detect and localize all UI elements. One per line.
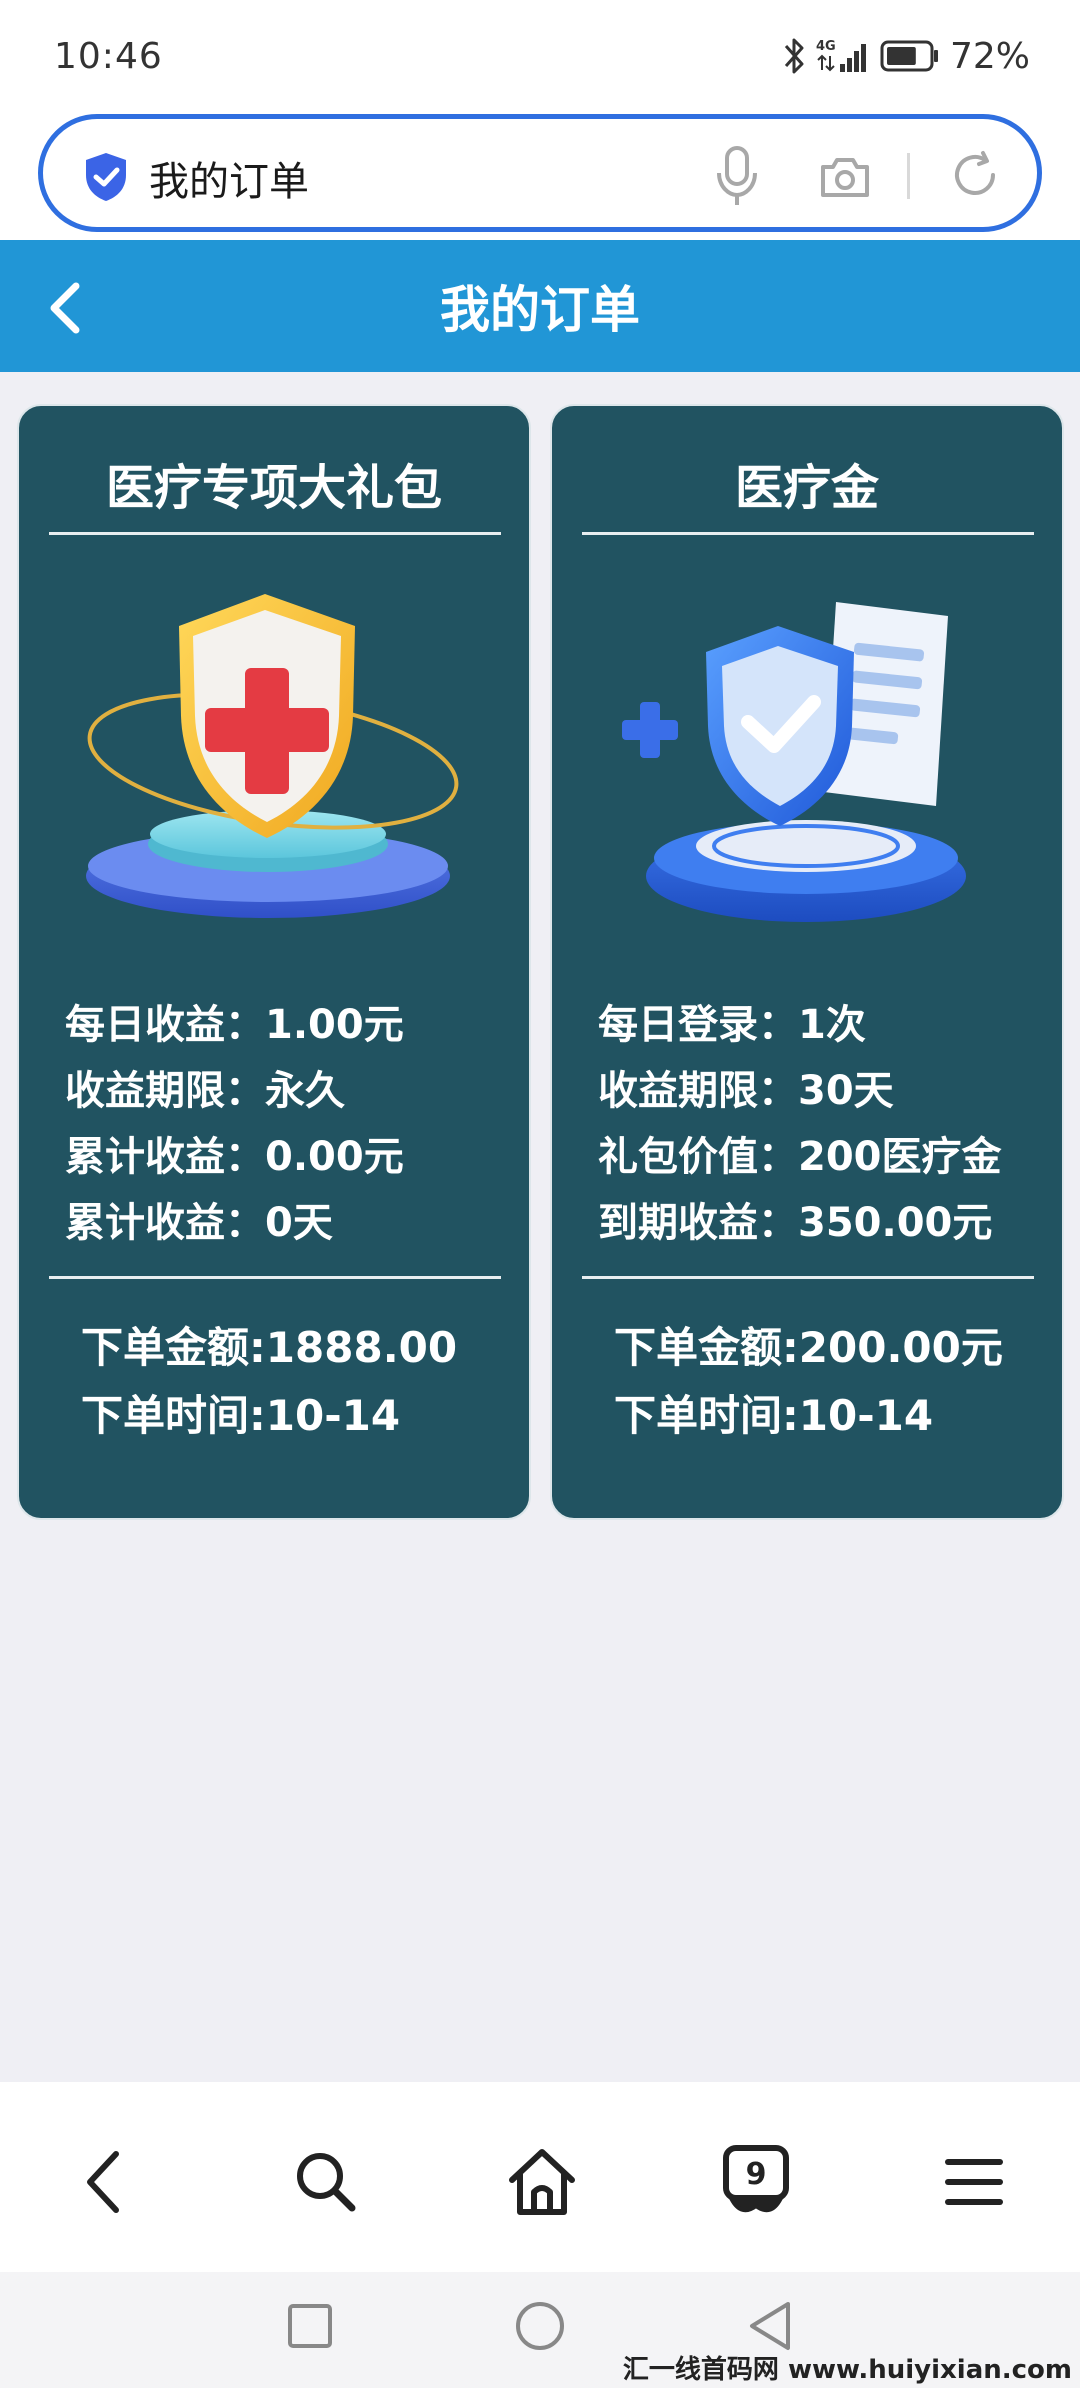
back-arrow-icon[interactable] — [66, 2142, 146, 2222]
shield-check-icon — [86, 153, 126, 201]
refresh-icon[interactable] — [949, 149, 1001, 201]
camera-icon[interactable] — [819, 155, 871, 199]
info-package-value: 礼包价值：200医疗金 — [598, 1134, 1002, 1180]
back-triangle-icon[interactable] — [740, 2296, 800, 2356]
card-title: 医疗金 — [734, 460, 879, 516]
home-circle-icon[interactable] — [510, 2296, 570, 2356]
info-daily-income: 每日收益：1.00元 — [65, 1002, 404, 1048]
system-navigation-bar: 汇一线首码网 www.huiyixian.com — [0, 2272, 1080, 2388]
order-card-medical-fund[interactable]: 医疗金 每日登录：1次 收益期限：30天 礼包价值：200医疗金 到期收益：35… — [550, 404, 1064, 1520]
tabs-icon[interactable]: 9 — [716, 2142, 796, 2222]
bluetooth-icon — [784, 38, 804, 74]
signal-icon: 4G — [816, 39, 866, 72]
order-amount: 下单金额:1888.00 — [81, 1323, 458, 1372]
screen: 10:46 4G 72% 我的订单 我的订单 医疗专项大礼包 每日收益：1.00… — [0, 0, 1080, 2388]
search-text: 我的订单 — [149, 159, 309, 205]
battery-icon — [880, 40, 938, 72]
menu-icon[interactable] — [934, 2142, 1014, 2222]
card-divider — [49, 1276, 501, 1279]
info-total-days: 累计收益：0天 — [65, 1200, 333, 1246]
home-icon[interactable] — [502, 2142, 582, 2222]
card-divider — [582, 1276, 1034, 1279]
battery-percentage: 72% — [949, 35, 1030, 77]
microphone-icon[interactable] — [715, 145, 759, 207]
shield-check-document-icon — [622, 602, 966, 922]
search-input[interactable]: 我的订单 — [38, 114, 1042, 232]
info-income-period: 收益期限：30天 — [598, 1068, 894, 1114]
recent-apps-icon[interactable] — [280, 2296, 340, 2356]
info-total-income: 累计收益：0.00元 — [65, 1134, 404, 1180]
order-amount: 下单金额:200.00元 — [614, 1323, 1003, 1372]
info-maturity-income: 到期收益：350.00元 — [598, 1200, 993, 1246]
card-divider — [49, 532, 501, 535]
status-time: 10:46 — [54, 36, 163, 77]
card-info-list: 每日登录：1次 收益期限：30天 礼包价值：200医疗金 到期收益：350.00… — [598, 992, 1002, 1256]
watermark-text: 汇一线首码网 www.huiyixian.com — [622, 2355, 1072, 2385]
shield-red-cross-icon — [86, 594, 459, 918]
svg-text:9: 9 — [746, 2157, 767, 2192]
card-title: 医疗专项大礼包 — [105, 460, 442, 516]
status-icons: 4G 72% — [782, 34, 1030, 78]
card-order-info: 下单金额:1888.00 下单时间:10-14 — [81, 1314, 457, 1450]
info-income-period: 收益期限：永久 — [65, 1068, 345, 1114]
order-time: 下单时间:10-14 — [81, 1391, 401, 1440]
search-divider — [907, 153, 910, 199]
browser-bottom-nav: 9 — [0, 2082, 1080, 2272]
card-order-info: 下单金额:200.00元 下单时间:10-14 — [614, 1314, 1003, 1450]
page-title: 我的订单 — [440, 281, 640, 339]
browser-address-bar: 我的订单 — [0, 112, 1080, 240]
order-card-medical-package[interactable]: 医疗专项大礼包 每日收益：1.00元 收益期限：永久 累计收益：0.00元 累计… — [17, 404, 531, 1520]
svg-text:4G: 4G — [816, 39, 836, 54]
order-time: 下单时间:10-14 — [614, 1391, 934, 1440]
info-daily-login: 每日登录：1次 — [598, 1002, 866, 1048]
status-bar: 10:46 4G 72% — [0, 0, 1080, 112]
search-icon[interactable] — [286, 2142, 366, 2222]
card-divider — [582, 532, 1034, 535]
card-info-list: 每日收益：1.00元 收益期限：永久 累计收益：0.00元 累计收益：0天 — [65, 992, 404, 1256]
page-header: 我的订单 — [0, 240, 1080, 372]
